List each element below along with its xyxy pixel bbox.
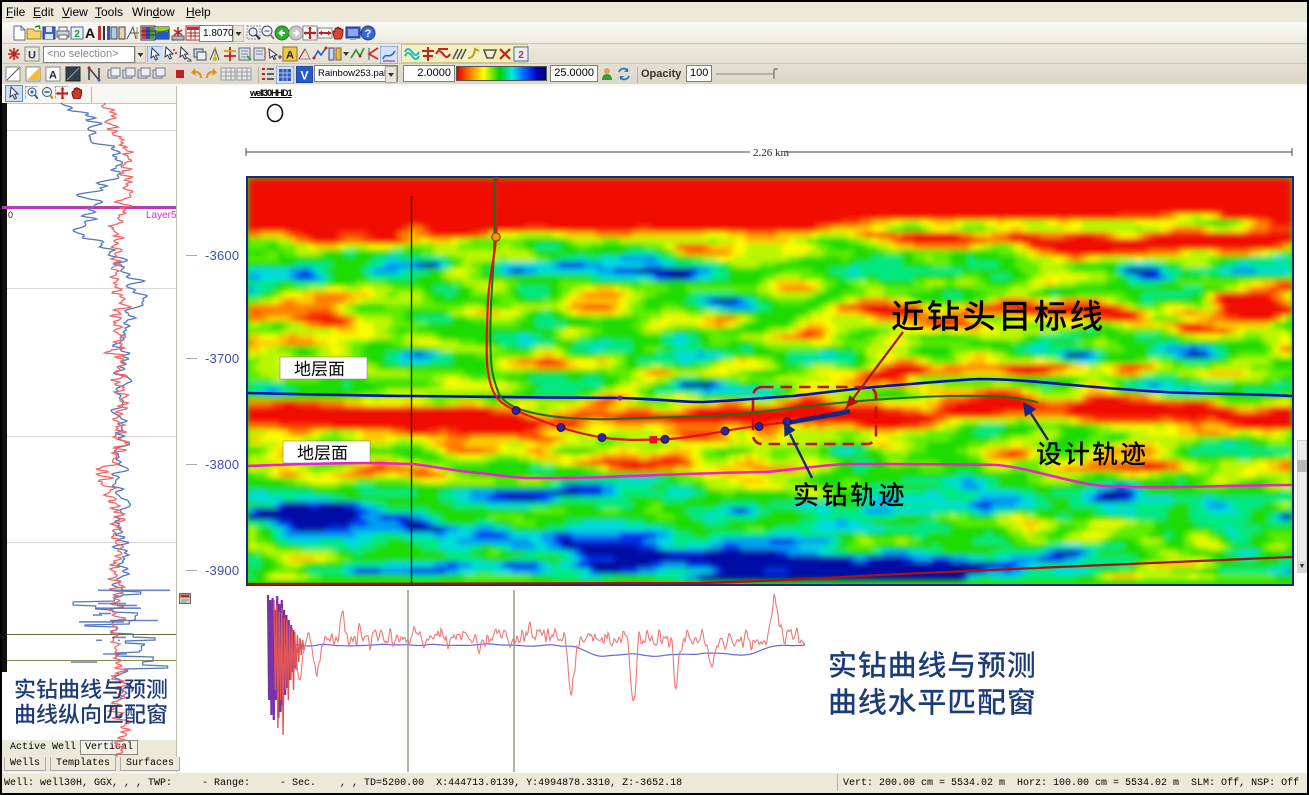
svg-text:2.26 km: 2.26 km [753,147,790,159]
